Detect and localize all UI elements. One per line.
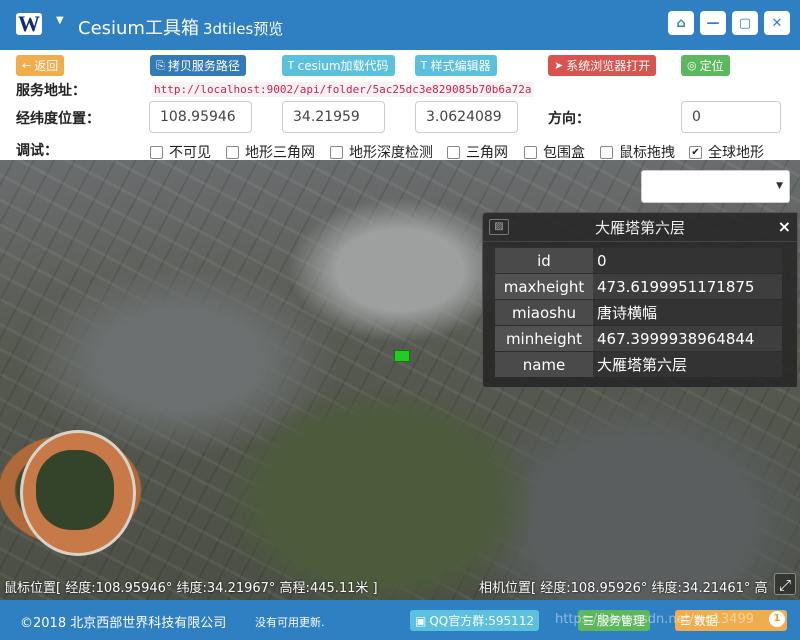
attr-key: name <box>495 352 593 377</box>
load-code-label: cesium加载代码 <box>297 59 389 73</box>
checkbox-label: 不可见 <box>169 145 211 161</box>
qq-group-button[interactable]: ▣ QQ官方群:595112 <box>410 610 540 631</box>
attr-key: minheight <box>495 326 593 351</box>
infobox-title: 大雁塔第六层 <box>594 218 685 237</box>
copy-path-label: 拷贝服务路径 <box>167 59 240 73</box>
checkbox-box[interactable] <box>524 145 537 159</box>
home-button[interactable]: ⌂ <box>668 11 694 35</box>
qq-group-label: QQ官方群:595112 <box>429 614 535 628</box>
table-row: maxheight 473.6199951171875 <box>495 274 782 299</box>
copyright-text: ©2018 北京西部世界科技有限公司 <box>20 616 227 631</box>
service-label: 服务地址： <box>16 83 86 99</box>
attr-key: miaoshu <box>495 300 593 325</box>
maximize-button[interactable]: ▢ <box>732 11 758 35</box>
camera-icon[interactable]: ▨ <box>489 219 509 235</box>
locate-button[interactable]: ◎ 定位 <box>681 55 730 76</box>
feature-infobox: ▨ 大雁塔第六层 × id 0 maxheight 473.619995117187… <box>482 212 798 388</box>
minimize-button[interactable]: — <box>700 11 726 35</box>
attr-value: 大雁塔第六层 <box>593 352 782 377</box>
checkbox-box[interactable] <box>447 145 460 159</box>
fullscreen-icon[interactable]: ⤢ <box>774 573 796 595</box>
attribute-table: id 0 maxheight 473.6199951171875 miaoshu 唐诗… <box>495 247 782 378</box>
locate-icon: ◎ <box>687 59 697 72</box>
attr-value: 唐诗横幅 <box>593 300 782 325</box>
locate-label: 定位 <box>699 59 724 73</box>
checkbox-label: 地形深度检测 <box>349 145 433 161</box>
table-row: miaoshu 唐诗横幅 <box>495 300 782 325</box>
style-editor-button[interactable]: Ꭲ 样式编辑器 <box>415 55 497 76</box>
code-icon: Ꭲ <box>288 58 295 72</box>
copy-icon: ⎘ <box>156 58 165 72</box>
attr-key: maxheight <box>495 274 593 299</box>
table-row: minheight 467.3999938964844 <box>495 326 782 351</box>
basemap-select[interactable]: ▼ <box>641 170 790 203</box>
window-controls: ⌂ — ▢ ✕ <box>668 11 790 35</box>
back-button[interactable]: ← 返回 <box>16 55 65 76</box>
stadium-field <box>36 450 114 530</box>
close-icon[interactable]: × <box>778 217 791 236</box>
back-arrow-icon: ← <box>22 59 32 72</box>
close-button[interactable]: ✕ <box>764 11 790 35</box>
checkbox-global-terrain[interactable]: ✔ 全球地形 <box>689 142 764 162</box>
system-browser-button[interactable]: ➤ 系统浏览器打开 <box>548 55 657 76</box>
direction-label: 方向： <box>548 111 590 127</box>
selected-feature-highlight[interactable] <box>394 350 410 362</box>
app-subtitle: 3dtiles预览 <box>202 20 284 38</box>
checkbox-wireframe[interactable]: 三角网 <box>447 142 508 162</box>
copy-path-button[interactable]: ⎘ 拷贝服务路径 <box>150 55 246 76</box>
checkbox-label: 包围盒 <box>543 145 585 161</box>
attr-value: 467.3999938964844 <box>593 326 782 351</box>
app-title: Cesium工具箱 3dtiles预览 <box>78 14 283 40</box>
load-code-button[interactable]: Ꭲcesium加载代码 <box>282 55 395 76</box>
system-browser-label: 系统浏览器打开 <box>566 59 651 73</box>
app-logo: W <box>16 11 42 36</box>
debug-label: 调试： <box>16 143 58 159</box>
checkbox-terrain-mesh[interactable]: 地形三角网 <box>226 142 315 162</box>
checkbox-box[interactable] <box>600 145 613 159</box>
attr-value: 0 <box>593 248 782 273</box>
style-editor-label: 样式编辑器 <box>430 59 491 73</box>
checkbox-depth-test[interactable]: 地形深度检测 <box>330 142 433 162</box>
qq-icon: ▣ <box>415 613 427 628</box>
send-icon: ➤ <box>554 59 564 72</box>
position-label: 经纬度位置： <box>16 111 100 127</box>
latitude-input[interactable]: 34.21959 <box>282 101 385 133</box>
height-input[interactable]: 3.0624089 <box>415 101 518 133</box>
direction-input[interactable]: 0 <box>681 101 781 133</box>
watermark: https://blog.csdn.net/wo13499 <box>555 612 754 627</box>
table-row: id 0 <box>495 248 782 273</box>
update-status: 没有可用更新. <box>255 616 325 629</box>
checkbox-bounding-box[interactable]: 包围盒 <box>524 142 585 162</box>
checkbox-mouse-drag[interactable]: 鼠标拖拽 <box>600 142 675 162</box>
chevron-down-icon[interactable]: ▼ <box>56 15 64 26</box>
checkbox-label: 鼠标拖拽 <box>619 145 675 161</box>
checkbox-box[interactable]: ✔ <box>689 145 702 159</box>
checkbox-label: 全球地形 <box>708 145 764 161</box>
title-bar: W ▼ Cesium工具箱 3dtiles预览 ⌂ — ▢ ✕ <box>0 0 800 50</box>
attr-key: id <box>495 248 593 273</box>
debug-options: 不可见 地形三角网 地形深度检测 三角网 包围盒 鼠标拖拽 ✔ 全球地形 <box>150 142 800 161</box>
app-title-text: Cesium工具箱 <box>78 18 199 39</box>
service-url[interactable]: http://localhost:9002/api/folder/5ac25dc… <box>152 82 534 97</box>
back-button-label: 返回 <box>34 59 59 73</box>
checkbox-label: 地形三角网 <box>245 145 315 161</box>
checkbox-box[interactable] <box>150 145 163 159</box>
mouse-position-readout: 鼠标位置[ 经度:108.95946° 纬度:34.21967° 高程:445.… <box>4 581 378 596</box>
text-style-icon: Ꭲ <box>421 58 428 72</box>
infobox-header: ▨ 大雁塔第六层 × <box>483 213 797 242</box>
checkbox-box[interactable] <box>226 145 239 159</box>
checkbox-label: 三角网 <box>466 145 508 161</box>
attr-value: 473.6199951171875 <box>593 274 782 299</box>
notification-badge: 1 <box>769 611 785 627</box>
chevron-down-icon: ▼ <box>776 181 783 191</box>
toolbar: ← 返回 ⎘ 拷贝服务路径 Ꭲcesium加载代码 Ꭲ 样式编辑器 ➤ 系统浏览器打开 … <box>0 55 800 77</box>
table-row: name 大雁塔第六层 <box>495 352 782 377</box>
longitude-input[interactable]: 108.95946 <box>149 101 252 133</box>
checkbox-invisible[interactable]: 不可见 <box>150 142 211 162</box>
camera-position-readout: 相机位置[ 经度:108.95926° 纬度:34.21461° 高 <box>479 581 768 596</box>
checkbox-box[interactable] <box>330 145 343 159</box>
